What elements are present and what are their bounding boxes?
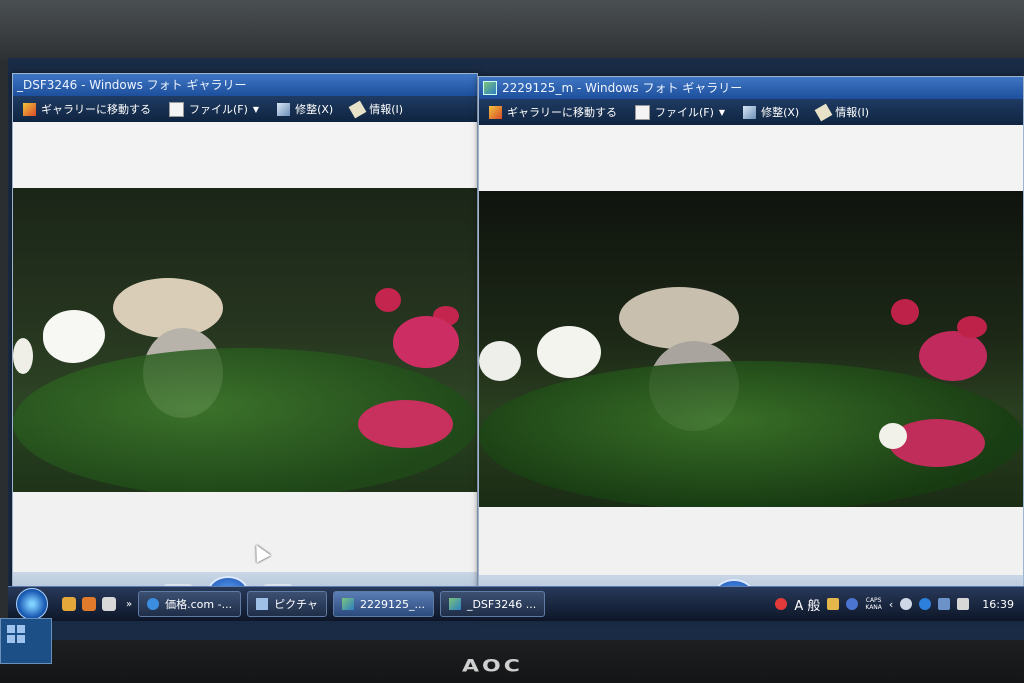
info-icon[interactable] xyxy=(919,598,932,610)
taskbar-item-photo-dsf3246[interactable]: _DSF3246 ... xyxy=(439,591,546,617)
ime-mode[interactable]: A 般 xyxy=(794,595,820,614)
taskbar-item-photo-2229125[interactable]: 2229125_... xyxy=(332,591,434,617)
taskbar-item-browser[interactable]: 価格.com -... xyxy=(138,591,242,617)
window-title: _DSF3246 - Windows フォト ギャラリー xyxy=(17,78,247,92)
gallery-icon xyxy=(489,105,502,119)
photo-gallery-icon xyxy=(341,598,354,610)
white-peony-edge xyxy=(13,338,33,374)
mail-icon[interactable] xyxy=(102,597,116,611)
menu-bar: ギャラリーに移動する ファイル(F) ▼ 修整(X) 情報(I) xyxy=(479,99,1023,125)
chevron-down-icon: ▼ xyxy=(718,107,726,117)
network-icon[interactable] xyxy=(900,598,913,610)
red-bud xyxy=(957,316,987,338)
system-tray: A 般 CAPS KANA ‹ 16:39 xyxy=(775,595,1024,614)
windows-sticker xyxy=(0,618,52,664)
monitor-brand-logo: AOC xyxy=(462,657,523,676)
white-peony-front xyxy=(43,310,105,360)
menu-info[interactable]: 情報(I) xyxy=(348,100,403,118)
clock[interactable]: 16:39 xyxy=(982,598,1014,611)
sun-hat xyxy=(619,287,739,349)
taskbar-item-pictures[interactable]: ピクチャ xyxy=(247,591,327,617)
help-icon[interactable] xyxy=(846,598,859,610)
chevron-down-icon: ▼ xyxy=(252,104,260,114)
screen: _DSF3246 - Windows フォト ギャラリー ギャラリーに移動する … xyxy=(8,58,1024,640)
menu-file[interactable]: ファイル(F) ▼ xyxy=(635,104,725,120)
fix-icon xyxy=(743,105,757,119)
chevron-right-icon[interactable]: » xyxy=(126,599,132,610)
photo-peony-flowers xyxy=(13,188,477,492)
ime-icon[interactable] xyxy=(775,598,788,610)
window-title: 2229125_m - Windows フォト ギャラリー xyxy=(502,81,743,95)
caps-kana-indicator: CAPS KANA xyxy=(865,597,882,611)
pink-peony-front xyxy=(358,400,453,448)
volume-icon[interactable] xyxy=(957,598,970,610)
info-tag-icon xyxy=(814,103,833,121)
media-icon[interactable] xyxy=(82,597,96,611)
folder-icon xyxy=(256,598,269,610)
windows-logo-icon xyxy=(7,625,25,643)
file-icon xyxy=(635,104,650,120)
title-bar[interactable]: _DSF3246 - Windows フォト ギャラリー xyxy=(13,74,477,96)
pink-peony xyxy=(919,331,987,381)
red-bud xyxy=(891,299,919,325)
red-bud xyxy=(375,288,401,312)
menu-go-to-gallery[interactable]: ギャラリーに移動する xyxy=(489,104,617,120)
photo-gallery-window-left: _DSF3246 - Windows フォト ギャラリー ギャラリーに移動する … xyxy=(12,73,478,615)
pink-peony-front xyxy=(393,316,459,368)
photo-gallery-window-right: 2229125_m - Windows フォト ギャラリー ギャラリーに移動する… xyxy=(478,76,1024,618)
menu-file[interactable]: ファイル(F) ▼ xyxy=(169,101,259,117)
viewer-background xyxy=(13,122,477,188)
sun-hat xyxy=(113,278,223,338)
menu-fix[interactable]: 修整(X) xyxy=(743,104,799,120)
info-tag-icon xyxy=(348,100,367,118)
viewer-background xyxy=(479,125,1023,191)
menu-go-to-gallery[interactable]: ギャラリーに移動する xyxy=(23,101,151,117)
monitor-bezel-top xyxy=(0,0,1024,60)
viewer-background xyxy=(479,507,1023,585)
folder-icon[interactable] xyxy=(62,597,76,611)
menu-fix[interactable]: 修整(X) xyxy=(277,101,333,117)
menu-info[interactable]: 情報(I) xyxy=(814,103,869,121)
title-bar[interactable]: 2229125_m - Windows フォト ギャラリー xyxy=(479,77,1023,99)
monitor-icon[interactable] xyxy=(938,598,951,610)
gallery-icon xyxy=(23,102,36,116)
taskbar: » 価格.com -... ピクチャ 2229125_... _DSF3246 … xyxy=(8,586,1024,621)
photo-gallery-icon xyxy=(448,598,461,610)
quick-launch xyxy=(62,597,116,611)
photo-gallery-icon xyxy=(483,81,497,95)
toolbox-icon[interactable] xyxy=(827,598,840,610)
chevron-left-icon[interactable]: ‹ xyxy=(889,598,893,611)
start-button[interactable] xyxy=(16,588,48,620)
fix-icon xyxy=(277,102,291,116)
browser-icon xyxy=(147,598,160,610)
menu-bar: ギャラリーに移動する ファイル(F) ▼ 修整(X) 情報(I) xyxy=(13,96,477,122)
white-peony xyxy=(537,326,601,378)
photo-peony-flowers xyxy=(479,191,1023,507)
white-peony xyxy=(479,341,521,381)
file-icon xyxy=(169,101,184,117)
white-peony-small xyxy=(879,423,907,449)
viewer-background xyxy=(13,492,477,582)
